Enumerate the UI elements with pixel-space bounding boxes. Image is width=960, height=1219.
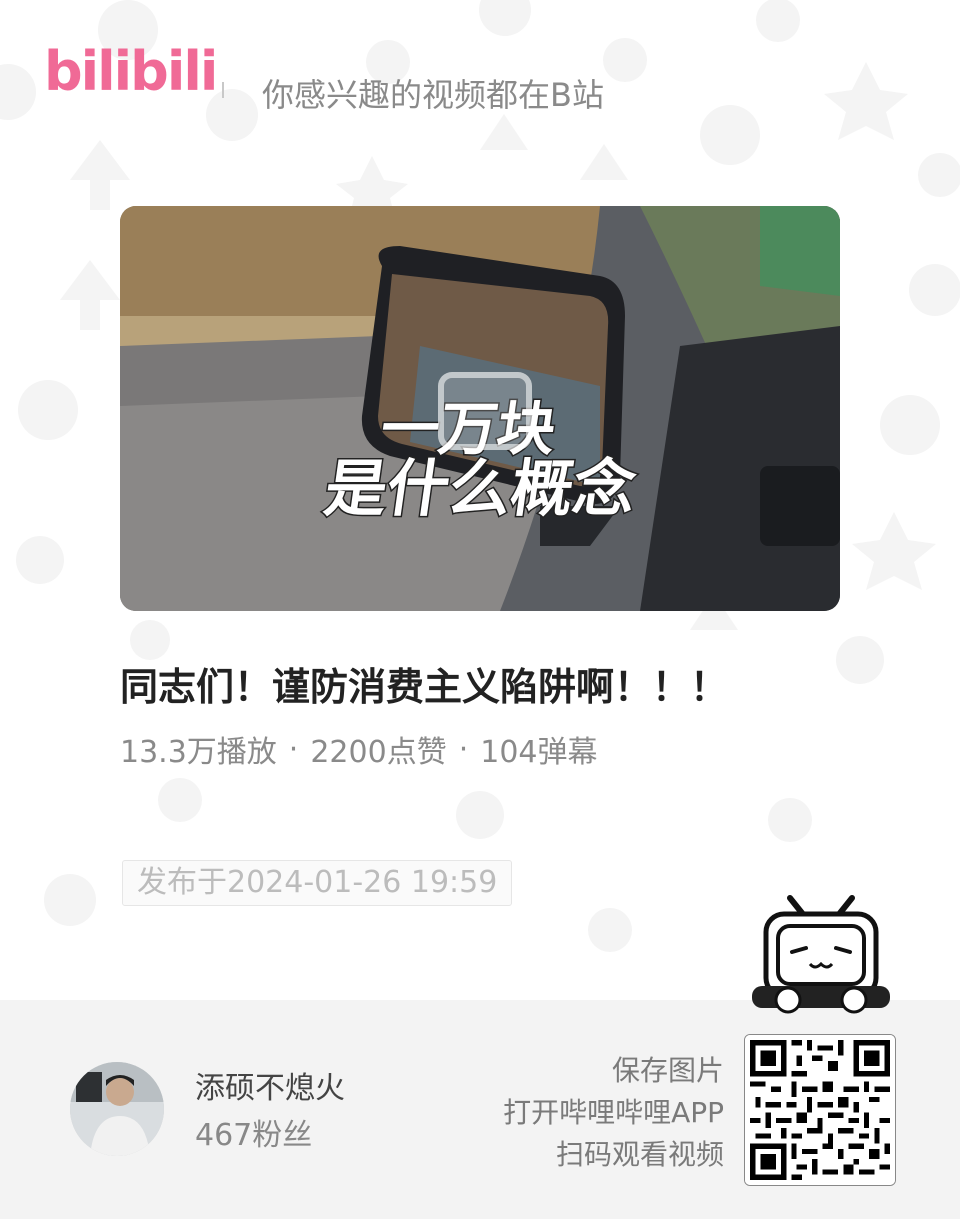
like-count: 2200点赞 [310, 735, 447, 770]
video-cover[interactable]: 一万块 是什么概念 [120, 206, 840, 611]
view-count: 13.3万播放 [120, 735, 277, 770]
cover-text-line2: 是什么概念 [319, 451, 642, 527]
share-card-header: bilibili 你感兴趣的视频都在B站 [0, 0, 960, 180]
tv-watermark-icon [438, 372, 532, 450]
qr-hint-save: 保存图片 [611, 1054, 724, 1087]
qr-hint-open-app: 打开哔哩哔哩APP [503, 1096, 724, 1129]
avatar[interactable] [70, 1062, 164, 1156]
stat-separator: · [458, 731, 469, 767]
qr-hint-scan: 扫码观看视频 [555, 1138, 724, 1171]
qr-code[interactable] [744, 1034, 896, 1186]
header-divider [222, 82, 224, 98]
fans-count: 467粉丝 [195, 1118, 313, 1153]
stat-separator: · [288, 731, 299, 767]
bilibili-logo: bilibili [44, 40, 218, 103]
publish-time: 发布于2024-01-26 19:59 [122, 860, 513, 906]
video-stats: 13.3万播放 · 2200点赞 · 104弹幕 [120, 727, 598, 771]
header-slogan: 你感兴趣的视频都在B站 [262, 76, 604, 114]
danmaku-count: 104弹幕 [480, 735, 598, 770]
mascot-tv-icon [752, 895, 890, 1014]
uploader-name[interactable]: 添硕不熄火 [195, 1063, 345, 1107]
video-title[interactable]: 同志们！谨防消费主义陷阱啊！！！ [120, 656, 728, 711]
qr-hint: 保存图片 打开哔哩哔哩APP 扫码观看视频 [503, 1050, 724, 1176]
